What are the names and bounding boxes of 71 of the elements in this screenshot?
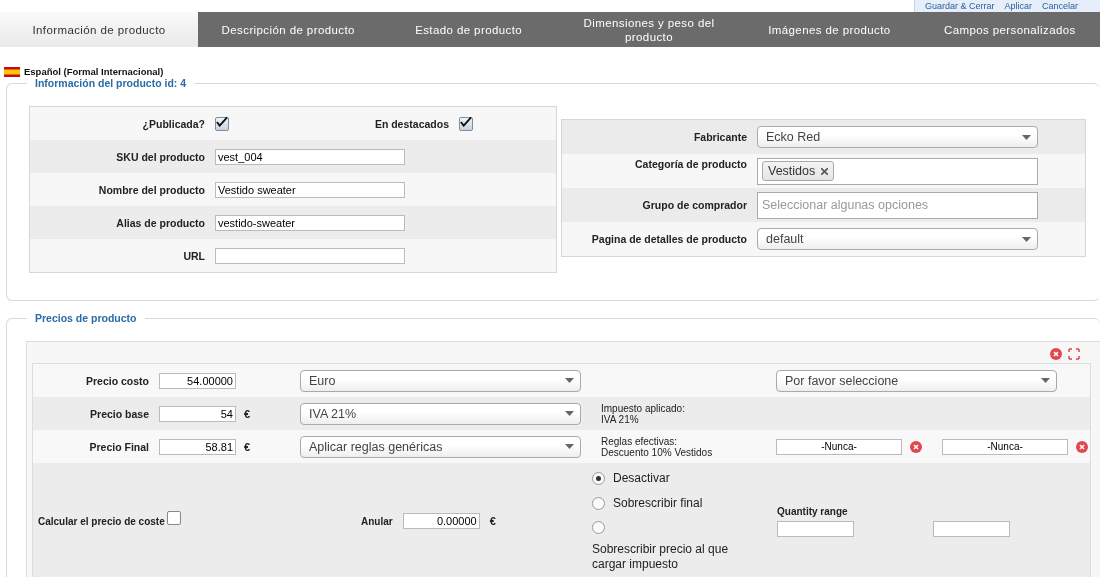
checkbox[interactable] (215, 116, 229, 131)
text-field[interactable]: Vestido sweater (215, 181, 405, 198)
language-label: Español (Formal Internacional) (24, 66, 164, 77)
expand-icon[interactable] (1068, 348, 1080, 360)
action-link[interactable]: Cancelar (1042, 0, 1079, 12)
radio-label: Sobrescribir precio al que cargar impuesto (592, 541, 730, 572)
checkbox[interactable] (459, 116, 473, 131)
date-field[interactable]: -Nunca- (942, 438, 1068, 455)
price-field[interactable]: 54.00000 (159, 372, 236, 389)
field-label: Nombre del producto (97, 183, 206, 196)
text-field[interactable]: vest_004 (215, 148, 405, 165)
dropdown[interactable]: Ecko Red (757, 126, 1038, 148)
field-label: Calcular el precio de coste (38, 515, 165, 527)
action-link[interactable]: Aplicar (1004, 0, 1033, 12)
info-text: Reglas efectivas: Descuento 10% Vestidos (600, 435, 714, 458)
text-field[interactable] (215, 247, 405, 264)
checkmark-icon (460, 116, 472, 127)
currency-symbol: € (244, 440, 251, 453)
radio-button[interactable] (592, 520, 605, 534)
clear-icon[interactable] (1076, 440, 1088, 453)
price-field[interactable]: 54 (159, 405, 236, 422)
field-label: URL (182, 249, 206, 262)
field-label: ¿Publicada? (141, 117, 206, 130)
remove-icon[interactable] (821, 167, 829, 175)
field-label: Precio base (89, 407, 150, 420)
price-field[interactable]: 58.81 (159, 438, 236, 455)
field-label: Alias de producto (115, 216, 206, 229)
section-legend: Precios de producto (27, 312, 145, 324)
field-label: Quantity range (777, 506, 849, 517)
field-label: Categoría de producto (634, 157, 748, 170)
caret-icon (1022, 236, 1031, 242)
caret-icon (1041, 378, 1050, 383)
tag-field[interactable]: Vestidos (757, 157, 1038, 185)
dropdown[interactable]: Euro (300, 369, 581, 392)
currency-symbol: € (244, 407, 251, 420)
caret-icon (565, 378, 574, 383)
text-field[interactable]: vestido-sweater (215, 214, 405, 231)
radio-button[interactable] (592, 496, 605, 510)
field-label: SKU del producto (115, 150, 206, 163)
dropdown[interactable]: Aplicar reglas genéricas (300, 435, 581, 458)
field-label: En destacados (373, 117, 450, 130)
checkbox[interactable] (166, 511, 181, 525)
field-label: Fabricante (692, 131, 748, 143)
dropdown[interactable]: default (757, 228, 1038, 250)
caret-icon (1022, 134, 1031, 140)
field-label: Anular (361, 515, 393, 527)
radio-label: Desactivar (613, 470, 670, 486)
currency-symbol: € (489, 515, 496, 527)
dropdown[interactable]: IVA 21% (300, 402, 581, 425)
field-label: Precio Final (88, 440, 150, 453)
quantity-from-field[interactable] (777, 521, 854, 537)
category-tag: Vestidos (762, 161, 835, 181)
checkmark-icon (216, 116, 228, 127)
caret-icon (565, 411, 574, 416)
radio-button[interactable] (592, 471, 605, 485)
field-label: Precio costo (84, 374, 150, 387)
dropdown[interactable]: Por favor seleccione (776, 369, 1057, 392)
quantity-to-field[interactable] (933, 521, 1010, 537)
action-link[interactable]: Guardar & Cerrar (925, 0, 995, 12)
info-text: Impuesto aplicado: IVA 21% (600, 402, 686, 425)
date-field[interactable]: -Nunca- (776, 438, 902, 455)
tab[interactable]: Información de producto (0, 12, 198, 47)
flag-icon (4, 66, 20, 77)
delete-icon[interactable] (1050, 348, 1062, 360)
field-label: Pagina de detalles de producto (590, 233, 748, 245)
price-field[interactable]: 0.00000 (402, 513, 480, 529)
radio-label: Sobrescribir final (613, 495, 703, 511)
caret-icon (565, 444, 574, 449)
section-legend: Información del producto id: 4 (27, 77, 195, 89)
clear-icon[interactable] (910, 440, 922, 453)
field-label: Grupo de comprador (641, 199, 748, 211)
